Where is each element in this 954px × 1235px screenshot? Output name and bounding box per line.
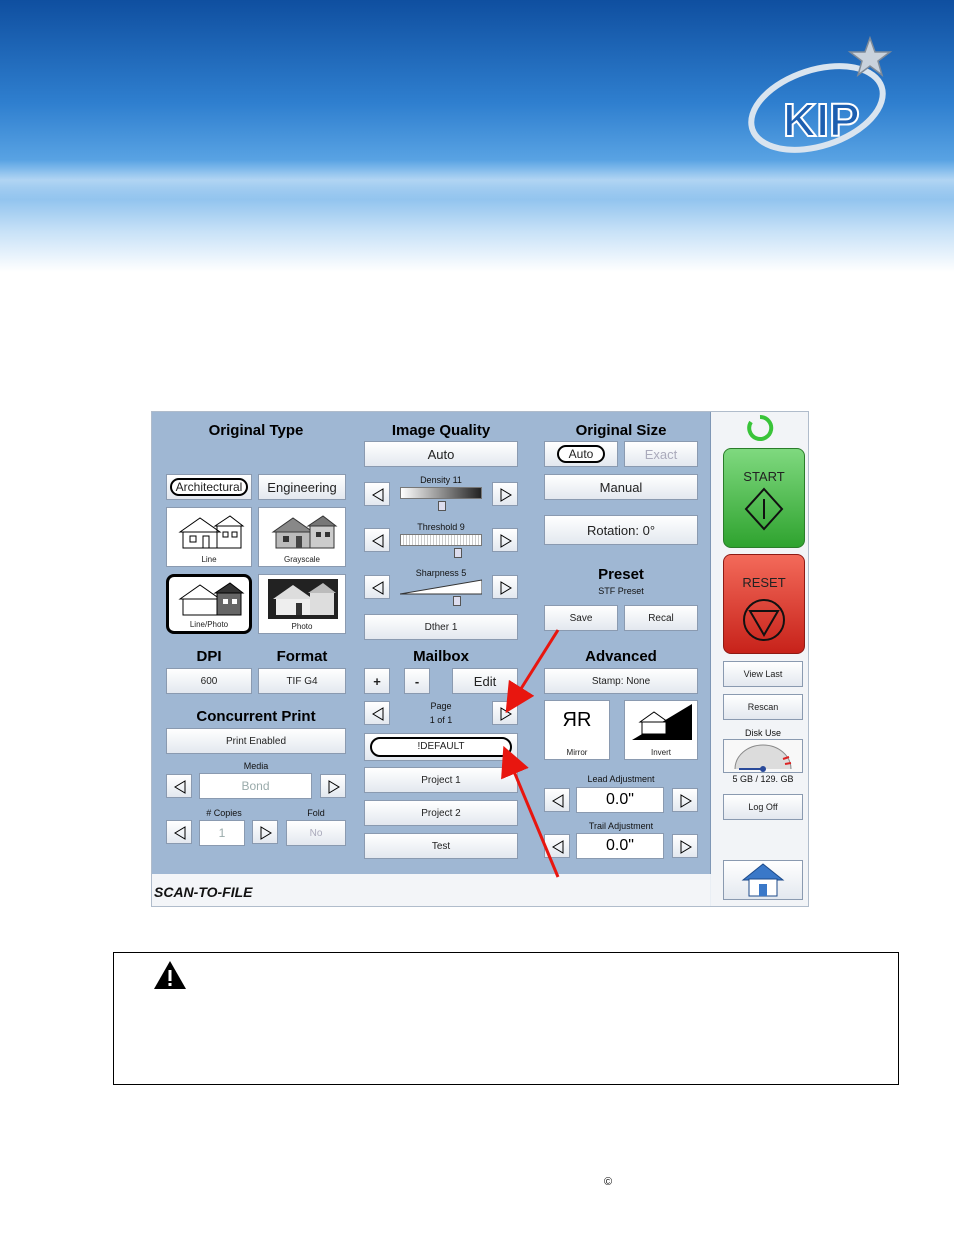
warning-box: [113, 952, 899, 1085]
arrow-to-default-mailbox: [501, 745, 560, 878]
warning-icon: [154, 961, 186, 989]
arrow-to-page-next: [505, 629, 560, 714]
copyright-symbol: ©: [604, 1176, 613, 1188]
